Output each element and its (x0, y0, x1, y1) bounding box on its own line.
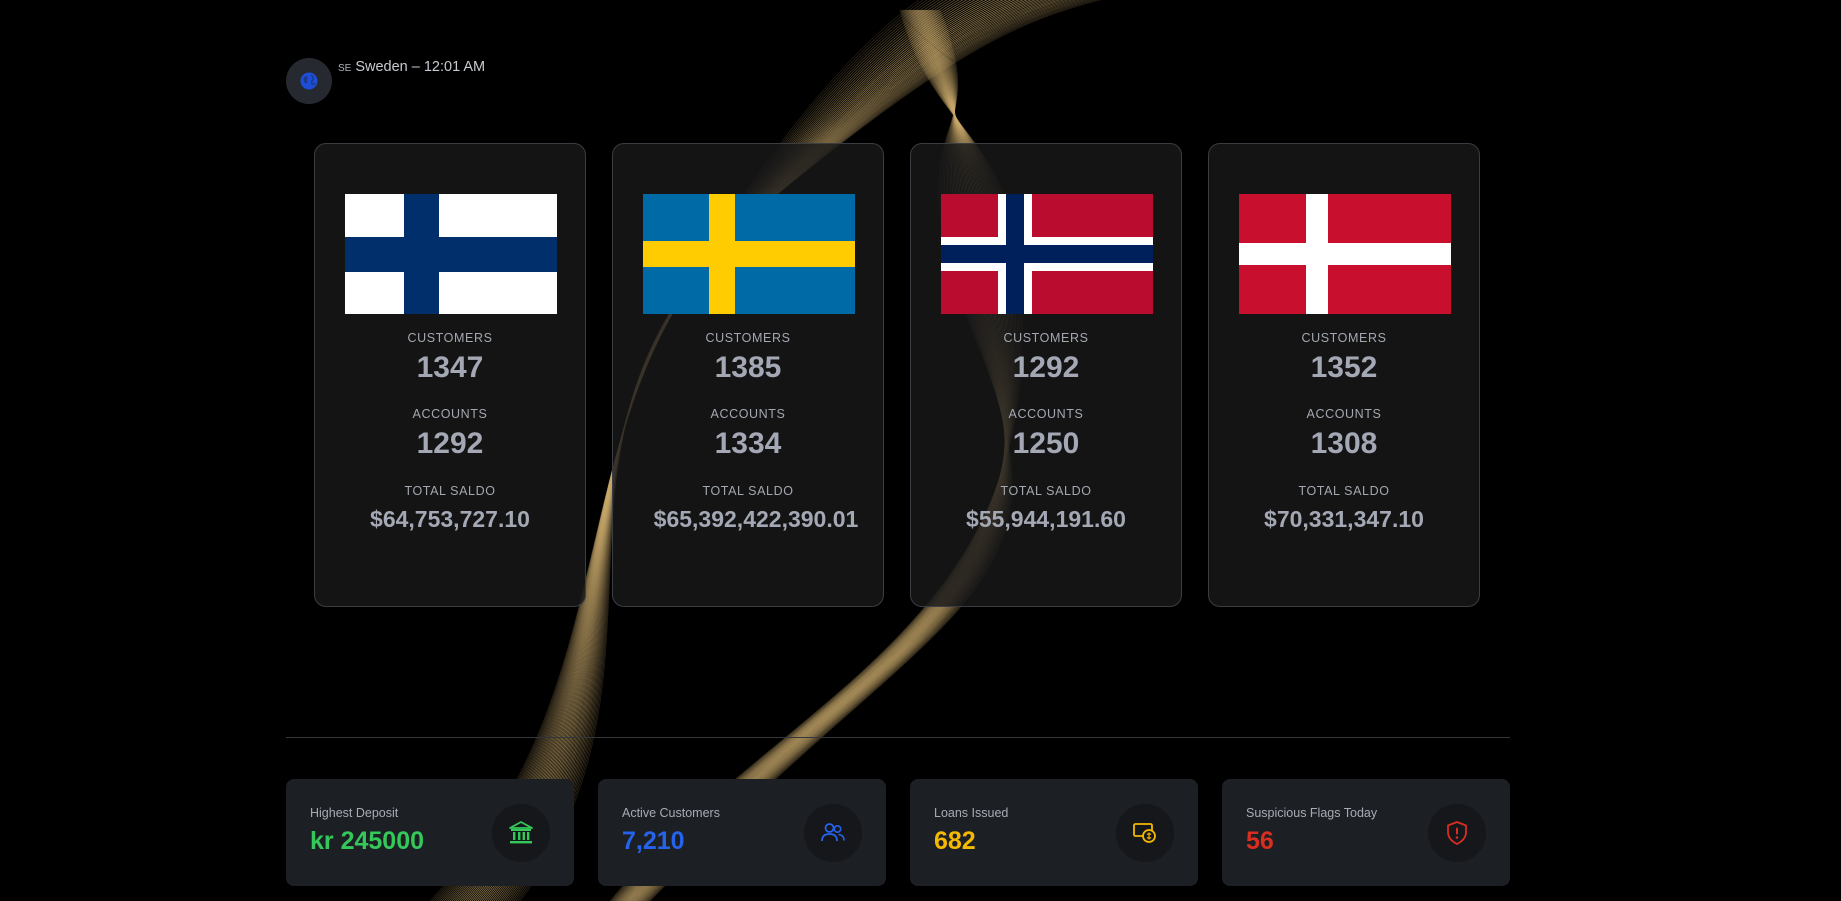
customers-value: 1347 (416, 351, 484, 384)
country-card-denmark[interactable]: CUSTOMERS 1352 ACCOUNTS 1308 TOTAL SALDO… (1208, 143, 1480, 607)
globe-icon (300, 72, 318, 90)
customers-label: CUSTOMERS (705, 331, 791, 345)
customers-label: CUSTOMERS (1301, 331, 1387, 345)
accounts-label: ACCOUNTS (1306, 407, 1382, 421)
norway-flag (941, 194, 1153, 314)
kpi-label: Highest Deposit (310, 806, 399, 820)
kpi-active-customers[interactable]: Active Customers 7,210 (598, 779, 886, 886)
locale-label: SE Sweden – 12:01 AM (338, 59, 485, 75)
kpi-icon-wrap (492, 804, 550, 862)
kpi-value: 56 (1246, 827, 1274, 855)
section-divider (286, 737, 1510, 738)
kpi-value: kr 245000 (310, 827, 425, 855)
saldo-value: $64,753,727.10 (370, 506, 530, 532)
kpi-icon-wrap (804, 804, 862, 862)
finland-flag (345, 194, 557, 314)
dashboard: SE Sweden – 12:01 AM CUSTOMERS 1347 ACCOU… (0, 0, 1841, 901)
kpi-suspicious-flags[interactable]: Suspicious Flags Today 56 (1222, 779, 1510, 886)
kpi-label: Active Customers (622, 806, 720, 820)
kpi-icon-wrap (1428, 804, 1486, 862)
sweden-flag (643, 194, 855, 314)
money-bill-icon (1133, 823, 1156, 843)
saldo-label: TOTAL SALDO (1298, 484, 1390, 498)
accounts-value: 1308 (1310, 427, 1378, 460)
accounts-label: ACCOUNTS (412, 407, 488, 421)
accounts-value: 1334 (714, 427, 782, 460)
customers-label: CUSTOMERS (407, 331, 493, 345)
bank-icon (509, 821, 533, 844)
kpi-icon-wrap (1116, 804, 1174, 862)
kpi-label: Suspicious Flags Today (1246, 806, 1378, 820)
accounts-value: 1292 (416, 427, 484, 460)
locale-code: SE (338, 63, 352, 74)
saldo-value: $65,392,422,390.01 (653, 506, 859, 532)
country-card-sweden[interactable]: CUSTOMERS 1385 ACCOUNTS 1334 TOTAL SALDO… (612, 143, 884, 607)
kpi-highest-deposit[interactable]: Highest Deposit kr 245000 (286, 779, 574, 886)
customers-value: 1292 (1012, 351, 1080, 384)
kpi-loans-issued[interactable]: Loans Issued 682 (910, 779, 1198, 886)
accounts-value: 1250 (1012, 427, 1080, 460)
saldo-label: TOTAL SALDO (702, 484, 794, 498)
saldo-label: TOTAL SALDO (1000, 484, 1092, 498)
locale-time: Sweden – 12:01 AM (355, 59, 486, 75)
accounts-label: ACCOUNTS (1008, 407, 1084, 421)
customers-label: CUSTOMERS (1003, 331, 1089, 345)
locale-indicator: SE Sweden – 12:01 AM (286, 58, 485, 104)
kpi-value: 682 (934, 827, 976, 855)
customers-value: 1352 (1310, 351, 1378, 384)
globe-button[interactable] (286, 58, 332, 104)
accounts-label: ACCOUNTS (710, 407, 786, 421)
customers-value: 1385 (714, 351, 782, 384)
saldo-value: $70,331,347.10 (1264, 506, 1424, 532)
saldo-value: $55,944,191.60 (966, 506, 1126, 532)
kpi-label: Loans Issued (934, 806, 1009, 820)
users-icon (821, 823, 845, 842)
shield-alert-icon (1447, 821, 1467, 845)
kpi-value: 7,210 (622, 827, 685, 855)
saldo-label: TOTAL SALDO (404, 484, 496, 498)
country-card-norway[interactable]: CUSTOMERS 1292 ACCOUNTS 1250 TOTAL SALDO… (910, 143, 1182, 607)
country-card-finland[interactable]: CUSTOMERS 1347 ACCOUNTS 1292 TOTAL SALDO… (314, 143, 586, 607)
denmark-flag (1239, 194, 1451, 314)
